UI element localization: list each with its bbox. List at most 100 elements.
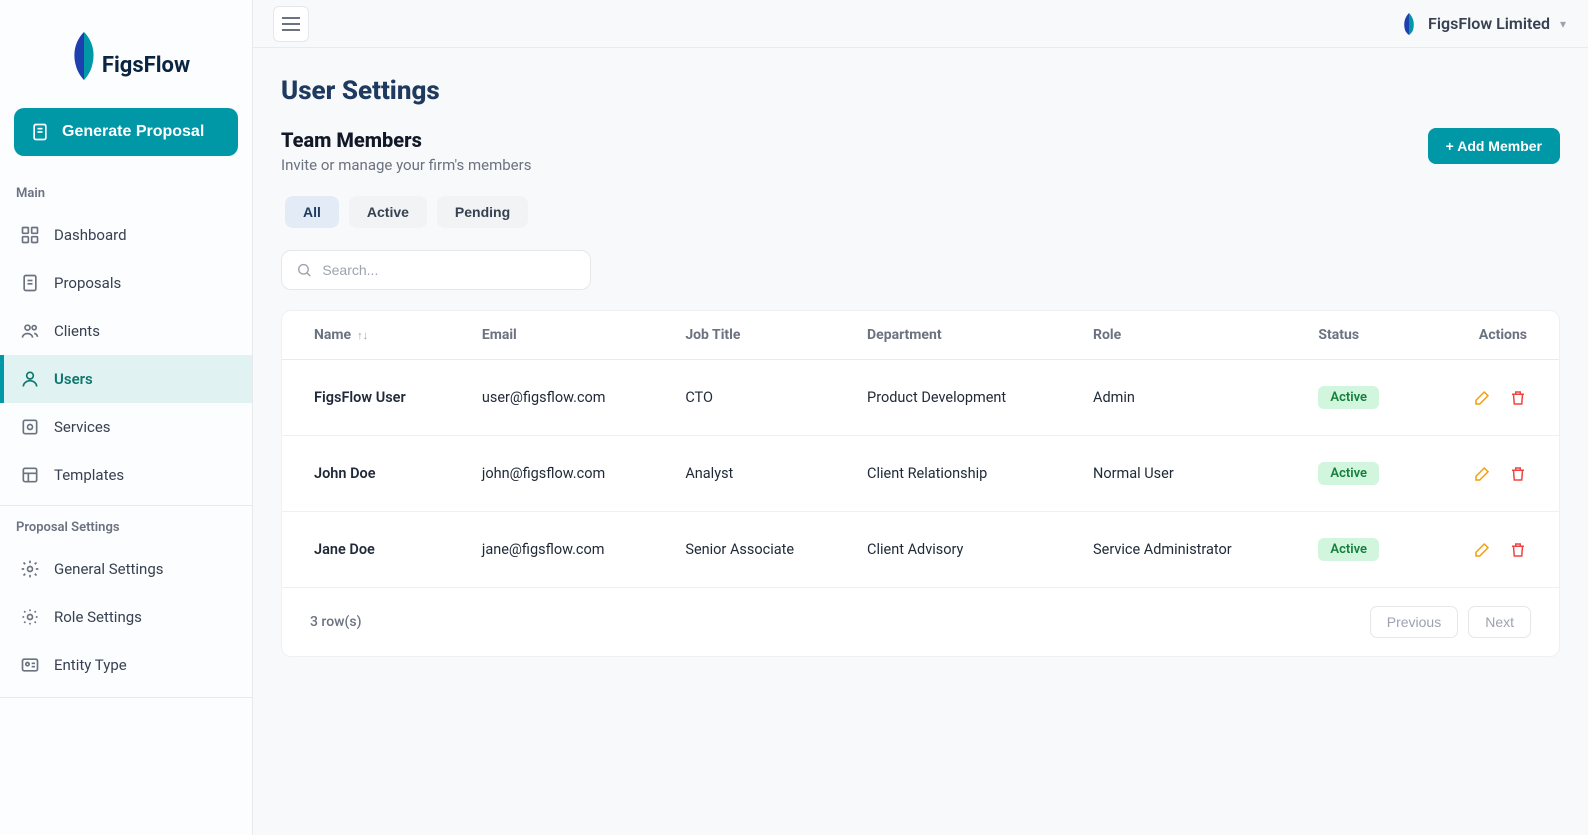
sidebar-item-general-settings[interactable]: General Settings bbox=[0, 545, 252, 593]
hamburger-icon bbox=[282, 17, 300, 31]
pagination-previous-button[interactable]: Previous bbox=[1370, 606, 1458, 638]
col-department: Department bbox=[859, 311, 1085, 360]
cell-actions bbox=[1422, 436, 1559, 512]
topbar: FigsFlow Limited ▾ bbox=[253, 0, 1588, 48]
sidebar-item-label: Users bbox=[54, 370, 93, 388]
firm-name: FigsFlow Limited bbox=[1428, 14, 1550, 33]
sidebar-item-role-settings[interactable]: Role Settings bbox=[0, 593, 252, 641]
sidebar-section-main: Main bbox=[0, 178, 252, 211]
cell-department: Client Advisory bbox=[859, 512, 1085, 588]
search-input[interactable] bbox=[322, 262, 576, 278]
cell-job-title: Analyst bbox=[677, 436, 859, 512]
trash-icon[interactable] bbox=[1509, 465, 1527, 483]
members-table: Name↑↓ Email Job Title Department Role S… bbox=[281, 310, 1560, 657]
sidebar-divider bbox=[0, 505, 252, 506]
cell-department: Client Relationship bbox=[859, 436, 1085, 512]
trash-icon[interactable] bbox=[1509, 389, 1527, 407]
filter-tab-pending[interactable]: Pending bbox=[437, 196, 528, 228]
search-icon bbox=[296, 261, 312, 279]
col-role: Role bbox=[1085, 311, 1310, 360]
cell-email: user@figsflow.com bbox=[474, 360, 677, 436]
cell-actions bbox=[1422, 360, 1559, 436]
cell-actions bbox=[1422, 512, 1559, 588]
filter-tab-active[interactable]: Active bbox=[349, 196, 427, 228]
cell-name: Jane Doe bbox=[282, 512, 474, 588]
sidebar-item-users[interactable]: Users bbox=[0, 355, 252, 403]
table-row: John Doejohn@figsflow.comAnalystClient R… bbox=[282, 436, 1559, 512]
col-status: Status bbox=[1310, 311, 1422, 360]
sidebar-item-templates[interactable]: Templates bbox=[0, 451, 252, 499]
sidebar-item-label: Entity Type bbox=[54, 656, 127, 674]
generate-proposal-button[interactable]: Generate Proposal bbox=[14, 108, 238, 156]
edit-icon[interactable] bbox=[1473, 389, 1491, 407]
cell-role: Service Administrator bbox=[1085, 512, 1310, 588]
sidebar-item-label: General Settings bbox=[54, 560, 164, 578]
add-member-button[interactable]: + Add Member bbox=[1428, 128, 1560, 164]
search-box[interactable] bbox=[281, 250, 591, 290]
sidebar-item-dashboard[interactable]: Dashboard bbox=[0, 211, 252, 259]
cell-job-title: CTO bbox=[677, 360, 859, 436]
rows-count: 3 row(s) bbox=[310, 614, 362, 630]
chevron-down-icon: ▾ bbox=[1560, 17, 1566, 31]
status-badge: Active bbox=[1318, 386, 1379, 409]
sidebar-item-clients[interactable]: Clients bbox=[0, 307, 252, 355]
cell-name: FigsFlow User bbox=[282, 360, 474, 436]
sort-icon: ↑↓ bbox=[357, 329, 368, 342]
cell-name: John Doe bbox=[282, 436, 474, 512]
firm-selector[interactable]: FigsFlow Limited ▾ bbox=[1400, 12, 1572, 36]
sidebar-section-proposal-settings: Proposal Settings bbox=[0, 512, 252, 545]
sidebar-item-label: Role Settings bbox=[54, 608, 142, 626]
filter-tabs: All Active Pending bbox=[281, 196, 1560, 228]
team-subtitle: Invite or manage your firm's members bbox=[281, 156, 531, 174]
cell-email: jane@figsflow.com bbox=[474, 512, 677, 588]
feather-icon bbox=[1400, 12, 1418, 36]
users-icon bbox=[20, 321, 40, 341]
cell-status: Active bbox=[1310, 360, 1422, 436]
cell-status: Active bbox=[1310, 512, 1422, 588]
edit-icon[interactable] bbox=[1473, 541, 1491, 559]
sidebar: FigsFlow Generate Proposal Main Dashboar… bbox=[0, 0, 253, 835]
figsflow-feather-icon bbox=[62, 28, 106, 84]
pagination-next-button[interactable]: Next bbox=[1468, 606, 1531, 638]
status-badge: Active bbox=[1318, 462, 1379, 485]
sidebar-item-label: Services bbox=[54, 418, 111, 436]
sidebar-item-entity-type[interactable]: Entity Type bbox=[0, 641, 252, 689]
filter-tab-all[interactable]: All bbox=[285, 196, 339, 228]
col-email: Email bbox=[474, 311, 677, 360]
sidebar-item-label: Clients bbox=[54, 322, 100, 340]
edit-icon[interactable] bbox=[1473, 465, 1491, 483]
generate-proposal-label: Generate Proposal bbox=[62, 123, 204, 141]
gear-icon bbox=[20, 559, 40, 579]
brand-logo: FigsFlow bbox=[0, 16, 252, 108]
table-row: FigsFlow Useruser@figsflow.comCTOProduct… bbox=[282, 360, 1559, 436]
template-icon bbox=[20, 465, 40, 485]
trash-icon[interactable] bbox=[1509, 541, 1527, 559]
sidebar-item-services[interactable]: Services bbox=[0, 403, 252, 451]
cell-role: Admin bbox=[1085, 360, 1310, 436]
file-icon bbox=[20, 273, 40, 293]
user-icon bbox=[20, 369, 40, 389]
shield-gear-icon bbox=[20, 607, 40, 627]
cell-role: Normal User bbox=[1085, 436, 1310, 512]
cell-department: Product Development bbox=[859, 360, 1085, 436]
grid-icon bbox=[20, 225, 40, 245]
cell-email: john@figsflow.com bbox=[474, 436, 677, 512]
package-icon bbox=[20, 417, 40, 437]
cell-status: Active bbox=[1310, 436, 1422, 512]
cell-job-title: Senior Associate bbox=[677, 512, 859, 588]
id-card-icon bbox=[20, 655, 40, 675]
sidebar-item-label: Proposals bbox=[54, 274, 121, 292]
team-title: Team Members bbox=[281, 128, 531, 152]
sidebar-divider bbox=[0, 697, 252, 698]
sidebar-item-label: Dashboard bbox=[54, 226, 127, 244]
brand-name: FigsFlow bbox=[102, 53, 190, 78]
col-job-title: Job Title bbox=[677, 311, 859, 360]
status-badge: Active bbox=[1318, 538, 1379, 561]
menu-toggle-button[interactable] bbox=[273, 6, 309, 42]
sidebar-item-label: Templates bbox=[54, 466, 124, 484]
sidebar-item-proposals[interactable]: Proposals bbox=[0, 259, 252, 307]
col-name[interactable]: Name↑↓ bbox=[282, 311, 474, 360]
document-icon bbox=[30, 122, 50, 142]
table-row: Jane Doejane@figsflow.comSenior Associat… bbox=[282, 512, 1559, 588]
page-title: User Settings bbox=[281, 76, 1560, 106]
